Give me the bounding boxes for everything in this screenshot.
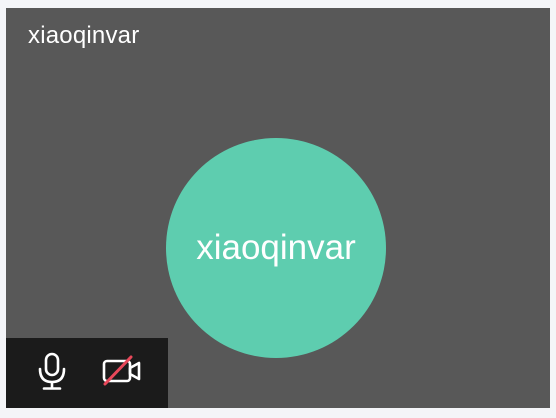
microphone-toggle-button[interactable] <box>27 346 77 396</box>
avatar-name-text: xiaoqinvar <box>196 228 356 267</box>
participant-avatar: xiaoqinvar <box>166 138 386 358</box>
camera-toggle-button[interactable] <box>97 346 147 396</box>
participant-name-label: xiaoqinvar <box>28 22 140 49</box>
camera-off-icon <box>102 355 141 386</box>
microphone-icon <box>38 352 66 390</box>
media-controls-bar <box>6 338 168 408</box>
video-tile: xiaoqinvar xiaoqinvar <box>6 8 550 408</box>
